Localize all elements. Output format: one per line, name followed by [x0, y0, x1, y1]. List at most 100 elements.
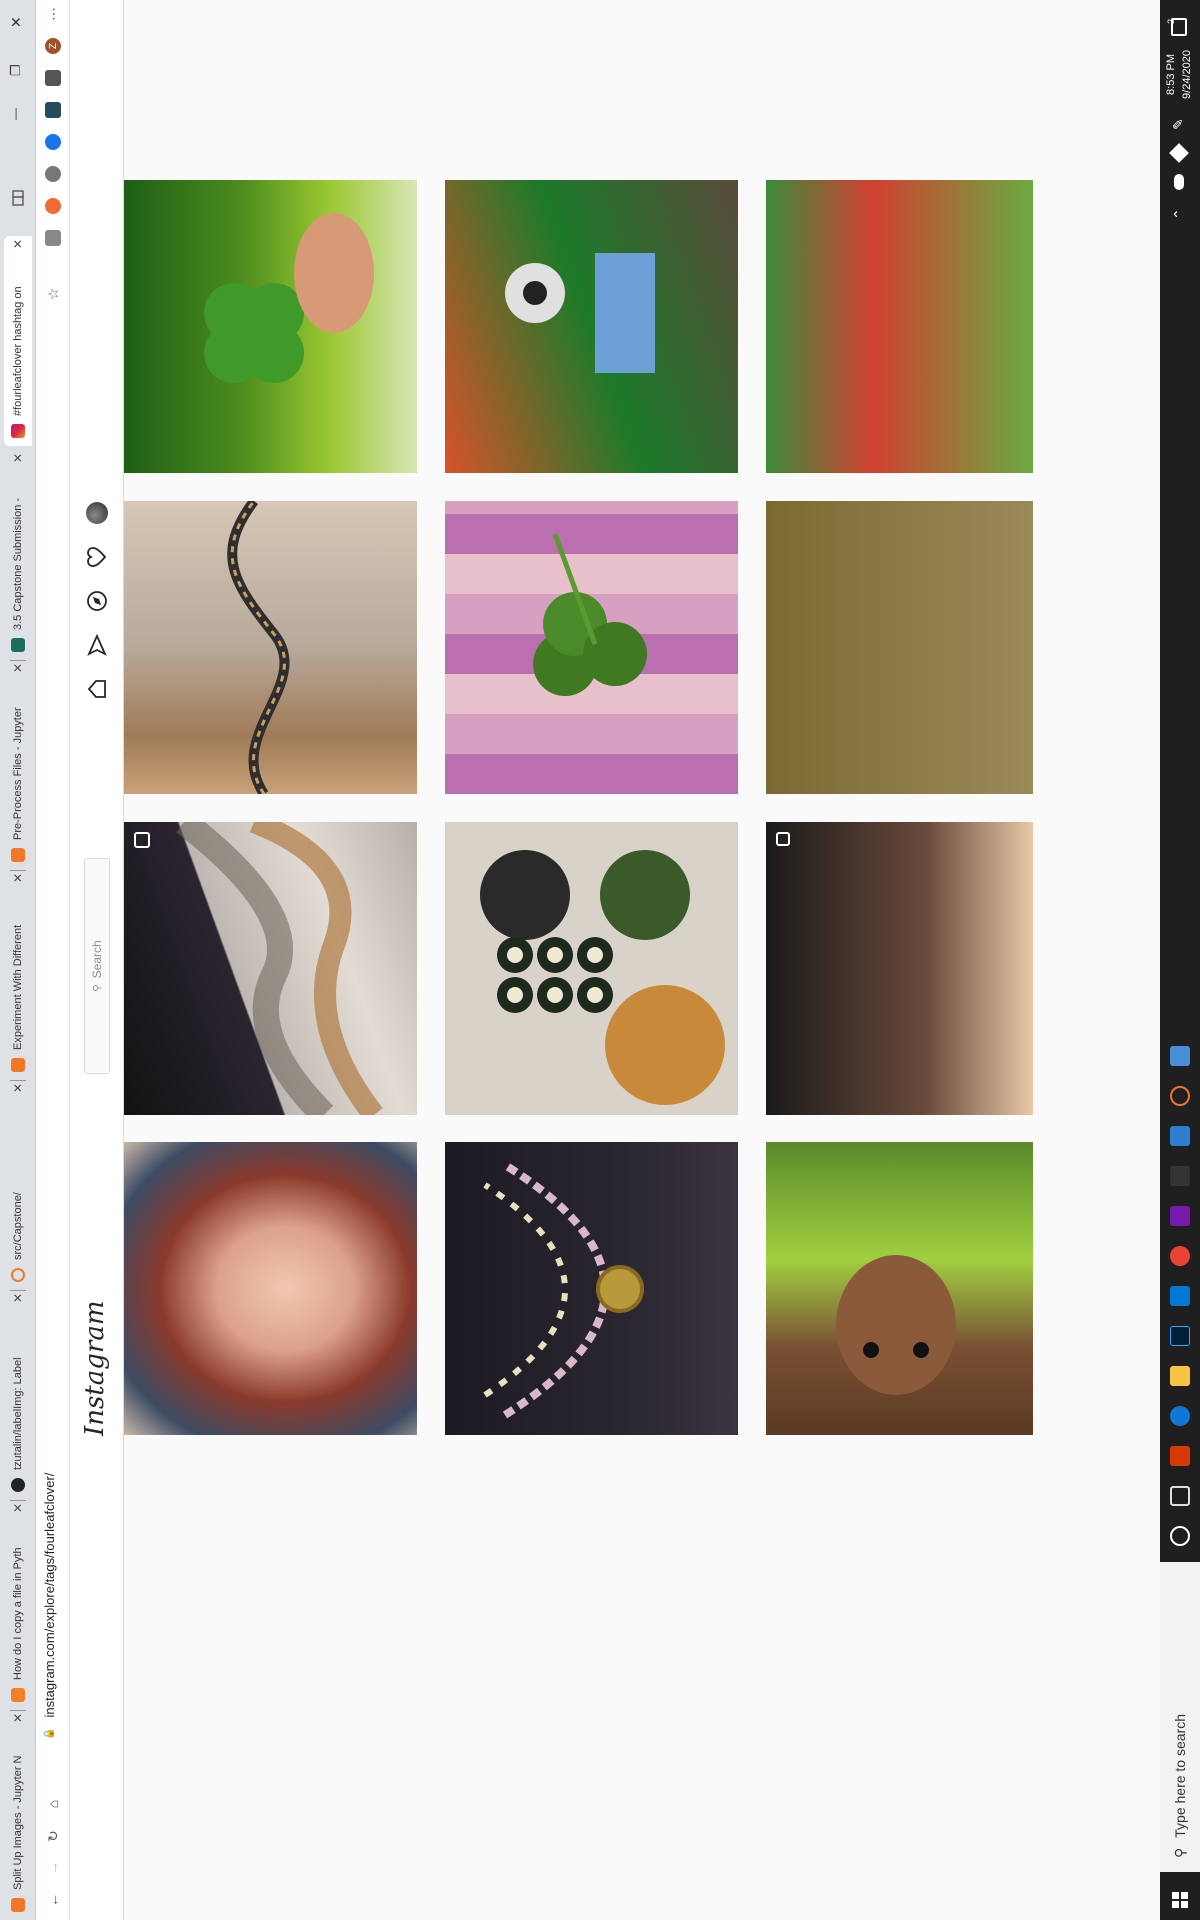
chrome-icon[interactable] — [1170, 1246, 1190, 1266]
extension-icon-5[interactable] — [45, 102, 61, 118]
edge-icon[interactable] — [1170, 1406, 1190, 1426]
tab-labelimg[interactable]: tzutalin/labelImg: Label ✕ — [4, 1290, 32, 1500]
close-tab-icon[interactable]: ✕ — [11, 450, 25, 466]
bookmark-star-icon[interactable]: ☆ — [41, 282, 65, 306]
stackoverflow-icon — [11, 1688, 25, 1702]
windows-taskbar: ⚲ Type here to search ⌃ ✎ 8:53 PM 9/24/2… — [1160, 0, 1200, 1920]
start-icon[interactable] — [1172, 1892, 1188, 1908]
post-thumbnail[interactable] — [766, 1142, 1033, 1435]
close-tab-icon[interactable]: ✕ — [11, 660, 25, 676]
url-text: instagram.com/explore/tags/fourleafclove… — [42, 1472, 57, 1718]
file-explorer-icon[interactable] — [1170, 1366, 1190, 1386]
tab-title: #fourleafclover hashtag on — [12, 286, 24, 416]
forward-button[interactable]: → — [41, 1856, 65, 1880]
instagram-icon — [11, 424, 25, 438]
extension-icon-4[interactable] — [45, 134, 61, 150]
course-icon — [11, 638, 25, 652]
tab-strip: Split Up Images - Jupyter N ✕ How do I c… — [0, 0, 36, 1920]
tab-split-up-images[interactable]: Split Up Images - Jupyter N ✕ — [4, 1710, 32, 1920]
github-icon — [11, 1478, 25, 1492]
tab-title: How do I copy a file in Pyth — [12, 1547, 24, 1680]
cortana-icon[interactable] — [1170, 1526, 1190, 1546]
post-thumbnail[interactable] — [124, 501, 417, 794]
tab-experiment[interactable]: Experiment With Different ✕ — [4, 870, 32, 1080]
carousel-icon — [134, 832, 150, 848]
task-view-icon[interactable] — [1170, 1486, 1190, 1506]
instagram-logo[interactable]: Instagram — [80, 1300, 110, 1436]
notification-count-badge: 2 — [1166, 18, 1176, 24]
show-hidden-icons[interactable]: ⌃ — [1171, 208, 1188, 220]
system-clock[interactable]: 8:53 PM 9/24/2020 — [1163, 50, 1195, 99]
tab-title: 3.5 Capstone Submission - — [12, 497, 24, 630]
post-thumbnail[interactable] — [445, 180, 738, 473]
direct-messages-icon[interactable] — [86, 633, 108, 656]
taskbar-search-placeholder: Type here to search — [1172, 1713, 1188, 1838]
search-input[interactable]: ⚲ Search — [84, 858, 110, 1074]
post-thumbnail[interactable] — [445, 501, 738, 794]
extension-icon-2[interactable] — [45, 198, 61, 214]
close-tab-icon[interactable]: ✕ — [11, 1710, 25, 1726]
browser-toolbar: ← → ↻ ⌂ 🔒 instagram.com/explore/tags/fou… — [36, 0, 70, 1920]
home-button[interactable]: ⌂ — [41, 1792, 65, 1816]
taskbar-search[interactable]: ⚲ Type here to search — [1160, 1562, 1200, 1872]
photoshop-icon[interactable] — [1170, 1326, 1190, 1346]
clock-time: 8:53 PM — [1165, 53, 1177, 95]
post-thumbnail[interactable] — [124, 180, 417, 473]
search-icon: ⚲ — [91, 984, 103, 992]
profile-avatar[interactable]: Z — [45, 38, 61, 54]
extensions-puzzle-icon[interactable] — [45, 70, 61, 86]
post-thumbnail[interactable] — [124, 1142, 417, 1435]
post-thumbnail[interactable] — [766, 822, 1033, 1115]
remote-desktop-icon[interactable] — [1170, 1046, 1190, 1066]
search-icon: ⚲ — [1171, 1847, 1188, 1858]
close-tab-icon[interactable]: ✕ — [11, 1500, 25, 1516]
heart-icon[interactable] — [86, 546, 108, 568]
menu-icon[interactable]: ⋯ — [41, 2, 65, 26]
post-thumbnail[interactable] — [445, 1142, 738, 1435]
explore-icon[interactable] — [86, 590, 108, 612]
pen-icon[interactable]: ✎ — [1170, 118, 1187, 130]
close-tab-icon[interactable]: ✕ — [11, 1080, 25, 1096]
address-bar[interactable]: 🔒 instagram.com/explore/tags/fourleafclo… — [42, 1473, 57, 1740]
tab-title: Experiment With Different — [12, 924, 24, 1050]
tab-pre-process[interactable]: Pre-Process Files - Jupyter ✕ — [4, 660, 32, 870]
post-thumbnail[interactable] — [124, 822, 417, 1115]
tab-title: tzutalin/labelImg: Label — [12, 1357, 24, 1470]
home-icon[interactable] — [86, 678, 108, 700]
close-window-button[interactable]: ✕ — [8, 16, 25, 28]
onedrive-icon[interactable] — [1174, 174, 1184, 190]
close-tab-icon[interactable]: ✕ — [11, 236, 25, 252]
tab-copy-file-python[interactable]: How do I copy a file in Pyth ✕ — [4, 1500, 32, 1710]
post-thumbnail[interactable] — [766, 501, 1033, 794]
tab-title: Pre-Process Files - Jupyter — [12, 707, 24, 840]
dropbox-icon[interactable] — [1169, 143, 1189, 163]
office-icon[interactable] — [1170, 1446, 1190, 1466]
clock-date: 9/24/2020 — [1181, 50, 1193, 99]
onenote-icon[interactable] — [1170, 1206, 1190, 1226]
mail-icon[interactable] — [1170, 1286, 1190, 1306]
app-icon[interactable] — [1170, 1126, 1190, 1146]
close-tab-icon[interactable]: ✕ — [11, 1290, 25, 1306]
jupyter-icon — [11, 1058, 25, 1072]
restore-button[interactable]: ❐ — [8, 64, 24, 76]
extension-icon-1[interactable] — [45, 230, 61, 246]
extension-icon-3[interactable] — [45, 166, 61, 182]
new-tab-icon[interactable] — [6, 186, 30, 210]
terminal-icon[interactable] — [1170, 1166, 1190, 1186]
search-placeholder: Search — [90, 940, 104, 979]
minimize-button[interactable]: — — [8, 108, 22, 120]
reload-button[interactable]: ↻ — [41, 1824, 65, 1848]
carousel-icon — [776, 832, 790, 846]
tab-capstone-submission[interactable]: 3.5 Capstone Submission - ✕ — [4, 450, 32, 660]
user-avatar[interactable] — [86, 502, 108, 524]
jupyter-icon[interactable] — [1170, 1086, 1190, 1106]
tab-title: src/Capstone/ — [12, 1192, 24, 1260]
close-tab-icon[interactable]: ✕ — [11, 870, 25, 886]
tab-fourleafclover[interactable]: #fourleafclover hashtag on ✕ — [4, 236, 32, 446]
post-thumbnail[interactable] — [766, 180, 1033, 473]
tab-src-capstone[interactable]: src/Capstone/ ✕ — [4, 1080, 32, 1290]
post-thumbnail[interactable] — [445, 822, 738, 1115]
jupyter-icon — [11, 1898, 25, 1912]
back-button[interactable]: ← — [41, 1888, 65, 1912]
instagram-header: Instagram ⚲ Search — [70, 0, 124, 1920]
